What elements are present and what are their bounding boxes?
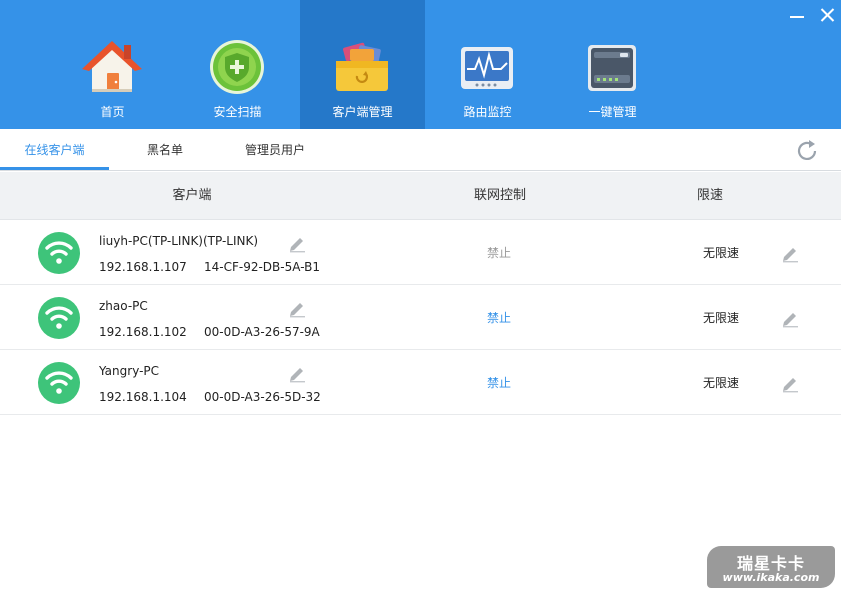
column-header-speed-limit: 限速 <box>696 188 723 203</box>
home-icon <box>82 41 142 92</box>
router-device-icon <box>588 45 636 91</box>
client-mac: 00-0D-A3-26-5D-32 <box>204 390 321 404</box>
column-header-network-control: 联网控制 <box>473 188 526 203</box>
active-tab-indicator <box>0 167 109 170</box>
refresh-icon[interactable] <box>794 138 820 164</box>
app-window: 首页 安全扫描 客户端管理 路由监控 一键管理 在线客户端 黑名单 管理员用户 … <box>0 0 841 597</box>
wifi-icon <box>38 232 80 274</box>
block-network-button[interactable]: 禁止 <box>470 374 528 391</box>
client-ip: 192.168.1.102 <box>99 325 187 339</box>
speed-limit-value: 无限速 <box>702 246 739 260</box>
edit-name-icon[interactable] <box>287 363 307 383</box>
nav-label: 路由监控 <box>463 105 512 119</box>
main-nav: 首页 安全扫描 客户端管理 路由监控 一键管理 <box>50 0 675 129</box>
speed-limit-value: 无限速 <box>702 376 739 390</box>
minimize-button[interactable] <box>786 5 808 25</box>
block-network-button[interactable]: 禁止 <box>470 244 528 261</box>
close-button[interactable] <box>817 5 839 25</box>
table-row: zhao-PC 192.168.1.102 00-0D-A3-26-57-9A … <box>0 285 841 350</box>
nav-item-router-monitor[interactable]: 路由监控 <box>425 0 550 129</box>
nav-label: 一键管理 <box>588 105 637 119</box>
edit-name-icon[interactable] <box>287 298 307 318</box>
client-name: zhao-PC <box>99 299 148 313</box>
nav-label: 安全扫描 <box>213 105 262 119</box>
nav-item-one-click-manage[interactable]: 一键管理 <box>550 0 675 129</box>
client-ip: 192.168.1.107 <box>99 260 187 274</box>
table-header: 客户端 联网控制 限速 <box>0 172 841 220</box>
client-name: Yangry-PC <box>99 364 160 378</box>
wifi-icon <box>38 362 80 404</box>
client-mac: 14-CF-92-DB-5A-B1 <box>204 260 320 274</box>
edit-speed-icon[interactable] <box>780 243 800 263</box>
client-name: liuyh-PC(TP-LINK)(TP-LINK) <box>99 234 259 248</box>
block-network-button[interactable]: 禁止 <box>470 309 528 326</box>
edit-speed-icon[interactable] <box>780 308 800 328</box>
client-ip: 192.168.1.104 <box>99 390 187 404</box>
nav-label: 客户端管理 <box>332 105 393 119</box>
nav-item-home[interactable]: 首页 <box>50 0 175 129</box>
speed-limit-value: 无限速 <box>702 311 739 325</box>
sub-tabs: 在线客户端 黑名单 管理员用户 <box>0 129 841 171</box>
client-box-icon <box>336 42 388 91</box>
nav-item-client-management[interactable]: 客户端管理 <box>300 0 425 129</box>
edit-name-icon[interactable] <box>287 233 307 253</box>
nav-label: 首页 <box>100 105 125 119</box>
wifi-icon <box>38 297 80 339</box>
tab-blacklist[interactable]: 黑名单 <box>130 129 200 171</box>
monitor-chart-icon <box>461 47 513 89</box>
watermark-url: www.ikaka.com <box>722 571 820 584</box>
column-header-client: 客户端 <box>172 188 212 203</box>
watermark-logo: 瑞星卡卡 www.ikaka.com <box>707 546 835 588</box>
tab-online-clients[interactable]: 在线客户端 <box>0 129 109 171</box>
client-mac: 00-0D-A3-26-57-9A <box>204 325 320 339</box>
header-bar: 首页 安全扫描 客户端管理 路由监控 一键管理 <box>0 0 841 129</box>
tab-admin-users[interactable]: 管理员用户 <box>232 129 318 171</box>
table-row: Yangry-PC 192.168.1.104 00-0D-A3-26-5D-3… <box>0 350 841 415</box>
edit-speed-icon[interactable] <box>780 373 800 393</box>
nav-item-security-scan[interactable]: 安全扫描 <box>175 0 300 129</box>
shield-plus-icon <box>210 40 264 94</box>
table-row: liuyh-PC(TP-LINK)(TP-LINK) 192.168.1.107… <box>0 220 841 285</box>
